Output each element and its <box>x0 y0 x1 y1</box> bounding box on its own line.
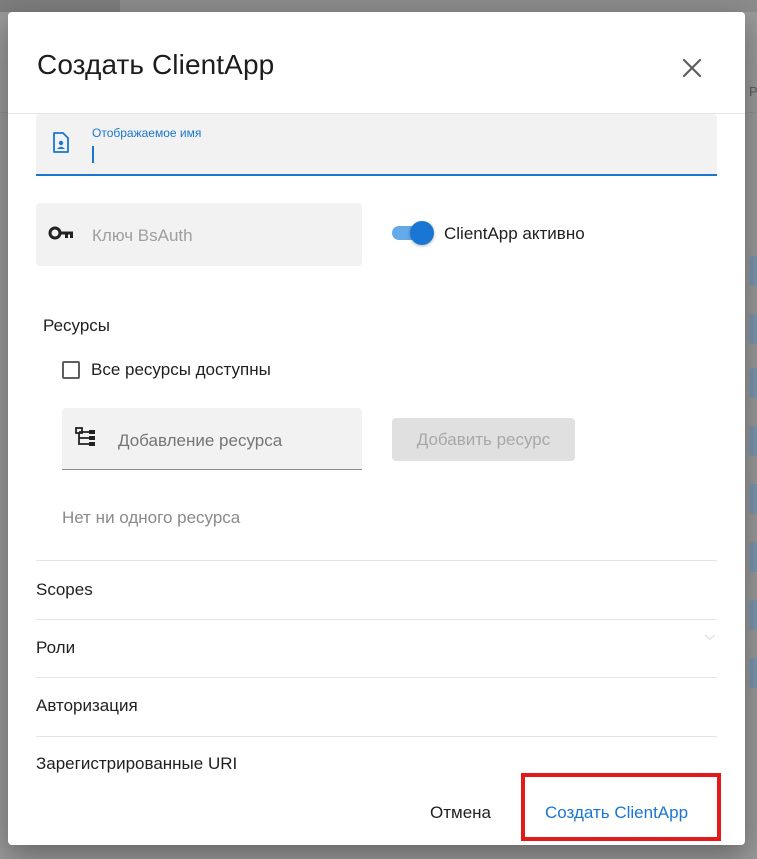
section-scopes[interactable]: Scopes <box>36 580 93 600</box>
background-chip <box>749 484 757 514</box>
all-resources-label: Все ресурсы доступны <box>91 360 271 379</box>
toggle-thumb <box>410 221 434 245</box>
add-resource-placeholder: Добавление ресурса <box>118 431 283 450</box>
resources-section-title: Ресурсы <box>43 316 111 335</box>
contact-card-icon <box>53 132 69 153</box>
section-divider <box>36 677 717 678</box>
background-chip <box>749 426 757 456</box>
close-button[interactable] <box>674 50 710 86</box>
background-topbar-segment <box>120 0 757 12</box>
create-clientapp-dialog: Создать ClientApp Отображаемое имя Ключ … <box>8 12 745 845</box>
bsauth-key-placeholder: Ключ BsAuth <box>92 226 193 245</box>
clientapp-active-toggle[interactable] <box>392 221 436 245</box>
cancel-button[interactable]: Отмена <box>420 800 501 826</box>
section-roles[interactable]: Роли <box>36 638 75 658</box>
background-chip <box>749 256 757 286</box>
highlight-frame <box>521 773 721 841</box>
add-resource-button[interactable]: Добавить ресурс <box>392 418 575 461</box>
section-divider <box>36 619 717 620</box>
background-chip <box>749 600 757 630</box>
clientapp-active-label: ClientApp активно <box>444 224 585 243</box>
background-chip <box>749 658 757 688</box>
dialog-title: Создать ClientApp <box>37 49 275 80</box>
display-name-input[interactable] <box>92 144 692 166</box>
bsauth-key-field[interactable]: Ключ BsAuth <box>36 203 362 266</box>
background-chip <box>749 542 757 572</box>
chevron-down-icon <box>704 634 716 640</box>
close-icon <box>682 58 702 78</box>
no-resources-text: Нет ни одного ресурса <box>62 508 241 527</box>
section-registered-uri[interactable]: Зарегистрированные URI <box>36 754 237 774</box>
display-name-label: Отображаемое имя <box>92 126 202 140</box>
display-name-field[interactable]: Отображаемое имя <box>36 114 717 176</box>
background-chip <box>749 368 757 398</box>
tree-structure-icon <box>75 427 95 446</box>
dialog-body: Отображаемое имя Ключ BsAuth ClientApp а… <box>8 114 745 774</box>
background-column-header: Р <box>749 84 757 99</box>
all-resources-checkbox[interactable] <box>62 361 80 379</box>
section-authorization[interactable]: Авторизация <box>36 696 138 716</box>
background-chip <box>749 314 757 344</box>
key-icon <box>48 226 73 240</box>
section-divider <box>36 736 717 737</box>
section-divider <box>36 560 717 561</box>
add-resource-field[interactable]: Добавление ресурса <box>62 408 362 470</box>
